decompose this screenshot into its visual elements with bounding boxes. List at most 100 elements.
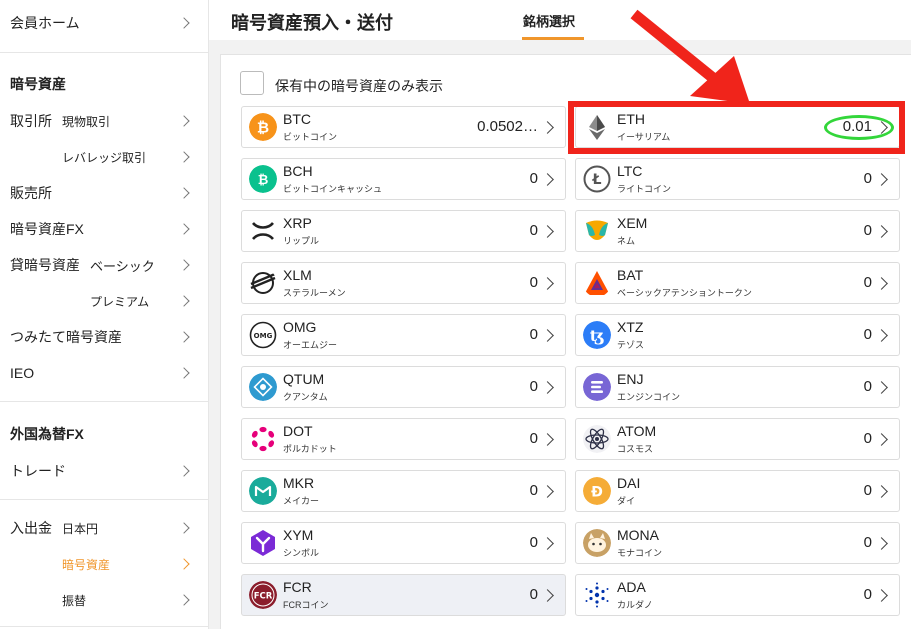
page-title: 暗号資産預入・送付 [231,13,393,33]
chevron-right-icon [541,433,554,446]
sidebar-item-transfer[interactable]: 振替 [0,589,209,611]
coin-name: ダイ [617,496,636,506]
holdings-only-label[interactable]: 保有中の暗号資産のみ表示 [275,76,443,96]
coin-card-enj[interactable]: ENJ エンジンコイン 0 [575,366,900,408]
coin-card-atom[interactable]: ATOM コスモス 0 [575,418,900,460]
coin-card-mkr[interactable]: MKR メイカー 0 [241,470,566,512]
coin-symbol: XRP [283,215,312,231]
coin-card-omg[interactable]: OMG OMG オーエムジー 0 [241,314,566,356]
coin-card-bch[interactable]: ₿ BCH ビットコインキャッシュ 0 [241,158,566,200]
xtz-logo-icon: ꜩ [583,321,611,349]
holdings-only-checkbox[interactable] [240,71,264,95]
coin-symbol: ENJ [617,371,644,387]
coin-card-mona[interactable]: MONA モナコイン 0 [575,522,900,564]
section-header-forex: 外国為替FX [10,426,84,442]
coin-symbol: XTZ [617,319,644,335]
coin-balance: 0 [863,326,872,343]
coin-name: シンボル [283,548,320,558]
coin-name: リップル [283,236,320,246]
coin-card-btc[interactable]: ₿ BTC ビットコイン 0.0502… [241,106,566,148]
sidebar-item-trade[interactable]: トレード [0,460,209,482]
sidebar-subitem-label: プレミアム [90,294,150,309]
ada-logo-icon [583,581,611,609]
coin-balance: 0 [863,586,872,603]
chevron-right-icon [178,115,190,127]
sidebar-item-label: トレード [10,463,66,479]
sidebar-item-label: つみたて暗号資産 [10,329,122,345]
coin-balance: 0 [863,430,872,447]
coin-balance: 0 [863,378,872,395]
sidebar-item-tsumitate[interactable]: つみたて暗号資産 [0,326,209,348]
chevron-right-icon [178,187,190,199]
coin-card-dot[interactable]: DOT ポルカドット 0 [241,418,566,460]
coin-name: FCRコイン [283,600,329,610]
svg-text:OMG: OMG [254,332,273,340]
chevron-right-icon [178,331,190,343]
tab-coin-select[interactable]: 銘柄選択 [523,11,575,30]
coin-balance: 0 [529,482,538,499]
bch-logo-icon: ₿ [249,165,277,193]
coin-card-ltc[interactable]: Ł LTC ライトコイン 0 [575,158,900,200]
chevron-right-icon [875,173,888,186]
chevron-right-icon [541,121,554,134]
divider [0,499,209,500]
sidebar-subitem-label: 現物取引 [62,114,111,129]
coin-card-xrp[interactable]: XRP リップル 0 [241,210,566,252]
sidebar-item-label: 入出金 [10,520,52,536]
coin-card-dai[interactable]: Đ DAI ダイ 0 [575,470,900,512]
coin-name: クアンタム [283,392,328,402]
coin-card-bat[interactable]: BAT ベーシックアテンショントークン 0 [575,262,900,304]
coin-name: ステラルーメン [283,288,346,298]
sidebar-item-deposit-yen[interactable]: 入出金 日本円 [0,517,209,539]
sidebar-item-member-home[interactable]: 会員ホーム [0,12,209,34]
coin-card-xem[interactable]: XEM ネム 0 [575,210,900,252]
chevron-right-icon [178,295,190,307]
sidebar-item-ieo[interactable]: IEO [0,362,209,384]
sidebar-item-label: 貸暗号資産 [10,257,80,273]
sidebar-item-lending-basic[interactable]: 貸暗号資産 ベーシック [0,254,209,276]
coin-name: ネム [617,236,636,246]
divider [0,401,209,402]
coin-balance: 0 [863,274,872,291]
svg-text:Đ: Đ [591,485,603,501]
annotation-circle [824,115,894,140]
coin-card-qtum[interactable]: QTUM クアンタム 0 [241,366,566,408]
coin-name: コスモス [617,444,654,454]
coin-card-xym[interactable]: XYM シンボル 0 [241,522,566,564]
sidebar-item-label: IEO [10,365,35,381]
chevron-right-icon [178,151,190,163]
coin-name: テゾス [617,340,645,350]
sidebar-subitem-label: レバレッジ取引 [62,150,147,165]
chevron-right-icon [875,329,888,342]
bat-logo-icon [583,269,611,297]
coin-card-xlm[interactable]: XLM ステラルーメン 0 [241,262,566,304]
omg-logo-icon: OMG [249,321,277,349]
coin-symbol: FCR [283,579,312,595]
chevron-right-icon [178,465,190,477]
coin-balance: 0 [529,378,538,395]
coin-balance: 0 [529,586,538,603]
coin-symbol: OMG [283,319,317,335]
coin-balance: 0 [529,326,538,343]
sidebar-item-premium[interactable]: プレミアム [0,290,209,312]
coin-card-fcr[interactable]: FCR FCR FCRコイン 0 [241,574,566,616]
sidebar-item-label: 取引所 [10,113,52,129]
coin-name: エンジンコイン [617,392,681,402]
chevron-right-icon [178,367,190,379]
sidebar: 会員ホーム 暗号資産 取引所 現物取引 レバレッジ取引 販売所 暗号資産FX 貸… [0,0,209,629]
xlm-logo-icon [249,269,277,297]
coin-name: ポルカドット [283,444,337,454]
coin-card-xtz[interactable]: ꜩ XTZ テゾス 0 [575,314,900,356]
sidebar-item-exchange-spot[interactable]: 取引所 現物取引 [0,110,209,132]
sidebar-item-deposit-crypto[interactable]: 暗号資産 [0,553,209,575]
sidebar-item-leverage[interactable]: レバレッジ取引 [0,146,209,168]
svg-text:FCR: FCR [254,592,273,602]
chevron-right-icon [875,277,888,290]
sidebar-item-label: 暗号資産FX [10,221,84,237]
sidebar-item-store[interactable]: 販売所 [0,182,209,204]
chevron-right-icon [178,259,190,271]
sidebar-item-crypto-fx[interactable]: 暗号資産FX [0,218,209,240]
coin-symbol: DAI [617,475,641,491]
mona-logo-icon [583,529,611,557]
coin-card-ada[interactable]: ADA カルダノ 0 [575,574,900,616]
